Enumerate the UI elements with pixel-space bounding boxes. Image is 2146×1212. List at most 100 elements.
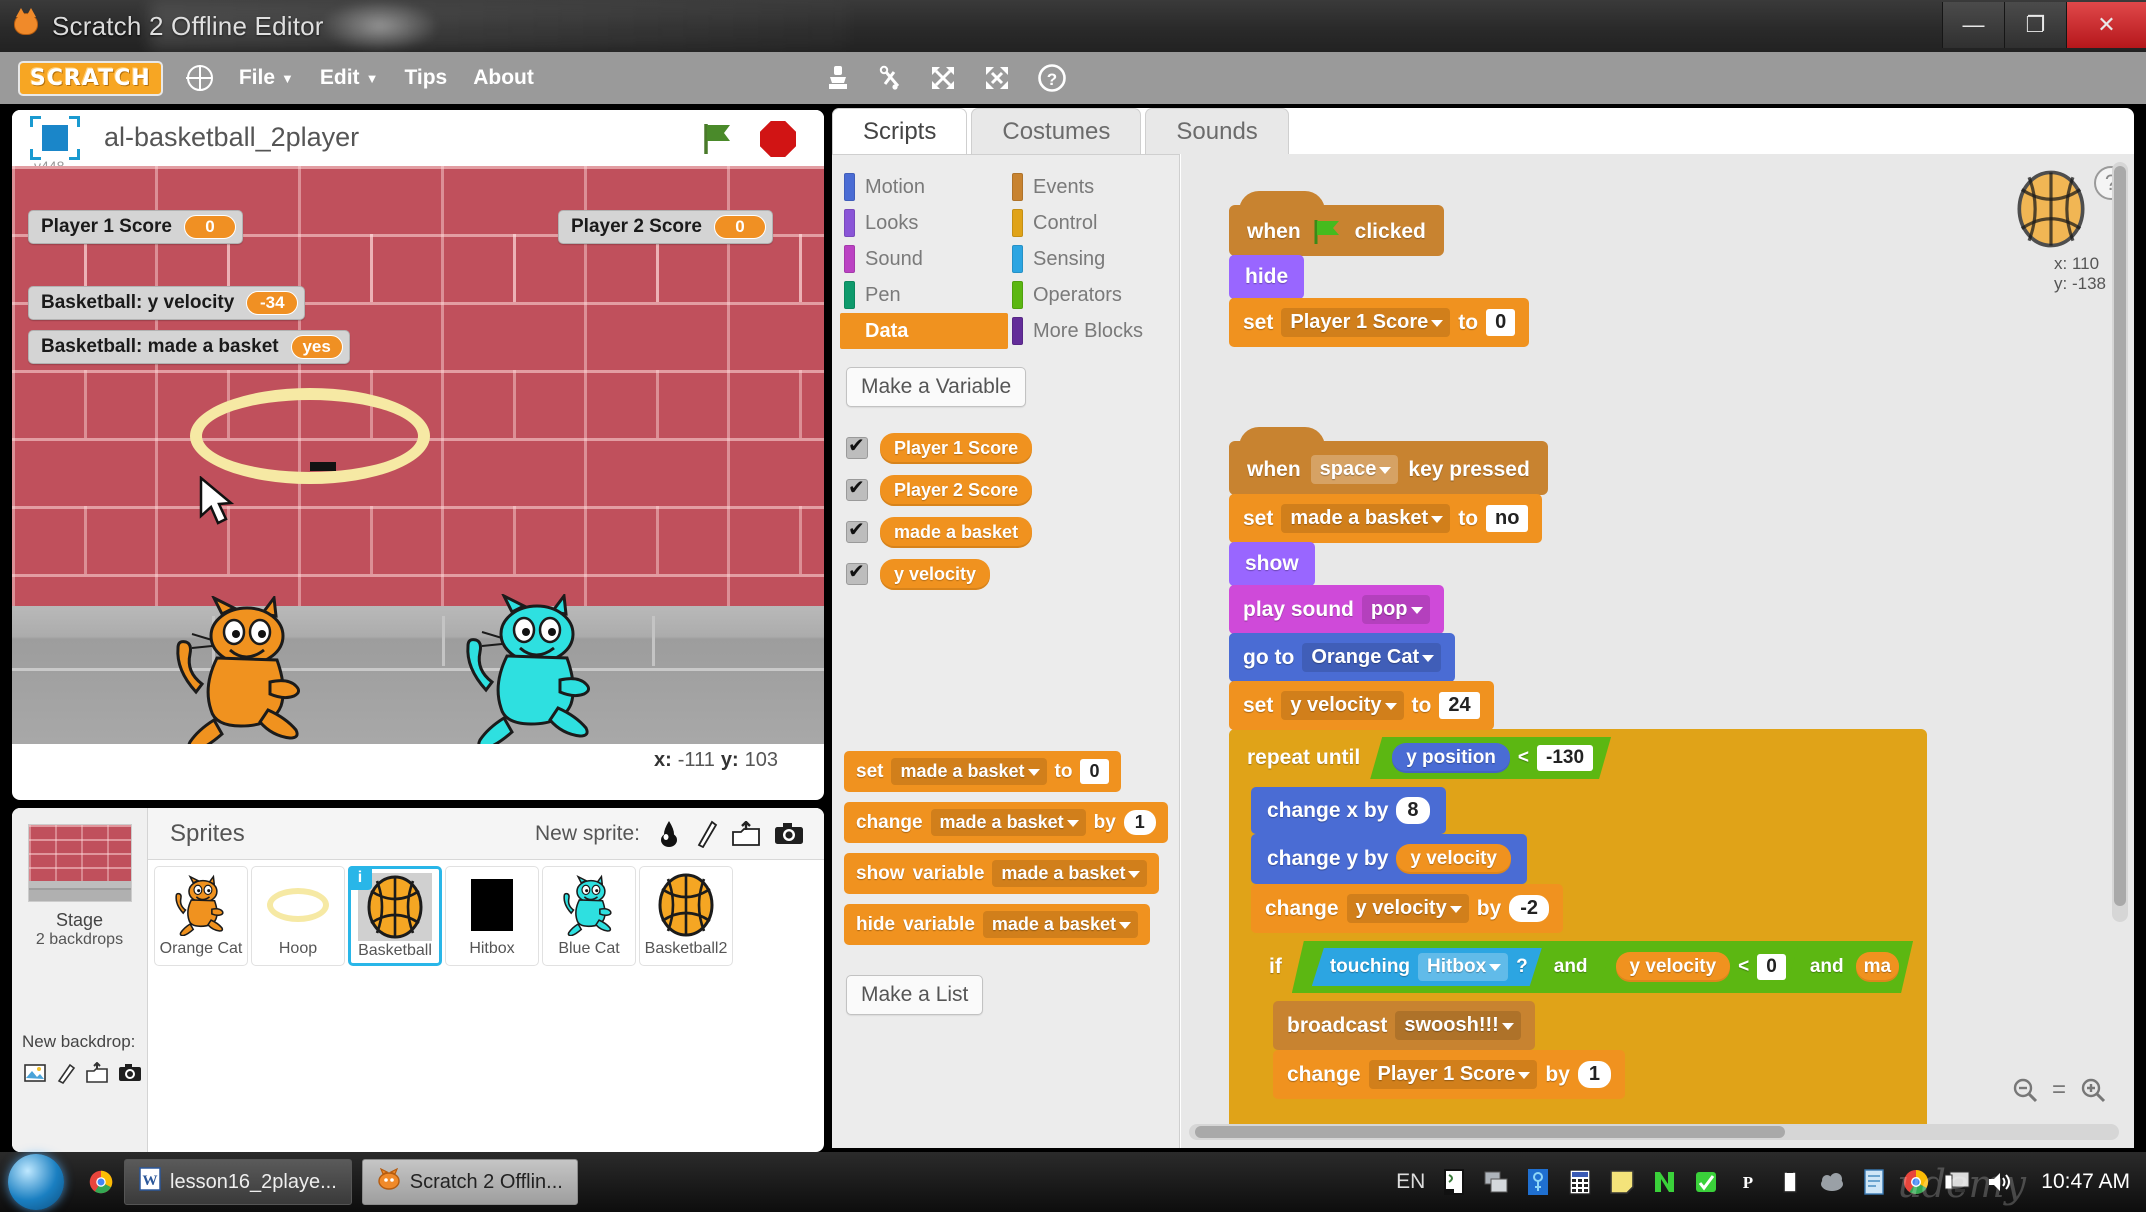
sprite-card-hoop[interactable]: Hoop: [251, 866, 345, 966]
paint-icon[interactable]: [696, 820, 718, 848]
watcher-player-2-score[interactable]: Player 2 Score 0: [558, 210, 773, 244]
operator-and[interactable]: touching Hitbox ? and y velocity < 0 and…: [1292, 941, 1913, 993]
watcher-basketball-made-a-basket[interactable]: Basketball: made a basket yes: [28, 330, 350, 364]
nvidia-icon[interactable]: [1651, 1169, 1677, 1195]
variable-row-made-a-basket[interactable]: made a basket: [846, 511, 1176, 553]
watcher-basketball-y-velocity[interactable]: Basketball: y velocity -34: [28, 286, 306, 320]
block-dropdown-sound[interactable]: pop: [1361, 595, 1430, 624]
variable-checkbox[interactable]: [846, 517, 868, 543]
scripts-canvas[interactable]: ? x: 110 y: -138 when clicked hide set P…: [1181, 154, 2134, 1148]
menu-item-edit[interactable]: Edit ▼: [320, 66, 379, 90]
sprite-info-badge[interactable]: i: [348, 866, 372, 890]
green-flag-icon[interactable]: [700, 122, 736, 156]
palette-block-show-variable[interactable]: show variable made a basket: [844, 853, 1160, 894]
language-indicator[interactable]: EN: [1396, 1170, 1425, 1194]
block-go-to[interactable]: go to Orange Cat: [1229, 633, 1456, 682]
scratch-logo[interactable]: SCRATCH: [18, 60, 163, 96]
tab-costumes[interactable]: Costumes: [971, 108, 1142, 154]
help-icon[interactable]: ?: [1037, 63, 1067, 93]
restore-button[interactable]: ❐: [2004, 2, 2066, 48]
block-dropdown-key[interactable]: space: [1310, 455, 1399, 484]
block-dropdown-variable[interactable]: Player 1 Score: [1281, 308, 1451, 337]
zoom-reset-icon[interactable]: =: [2052, 1076, 2066, 1104]
screens-icon[interactable]: [1483, 1169, 1509, 1195]
script-when-space-pressed[interactable]: when space key pressed set made a basket…: [1229, 427, 1928, 1135]
block-dropdown-variable[interactable]: made a basket: [891, 758, 1047, 785]
operator-value-field[interactable]: -130: [1537, 745, 1593, 771]
sprite-card-basketball2[interactable]: Basketball2: [639, 866, 733, 966]
project-icon[interactable]: [30, 116, 80, 160]
library-icon[interactable]: [656, 820, 682, 848]
minimize-button[interactable]: —: [1942, 2, 2004, 48]
stamp-duplicate-icon[interactable]: [825, 64, 851, 92]
monitor-icon[interactable]: [1945, 1169, 1971, 1195]
hat-block-when-flag-clicked[interactable]: when clicked: [1229, 191, 1444, 256]
variable-row-y-velocity[interactable]: y velocity: [846, 553, 1176, 595]
hitbox-sprite[interactable]: [310, 462, 336, 471]
stage-thumbnail[interactable]: [27, 824, 132, 902]
tab-sounds[interactable]: Sounds: [1145, 108, 1289, 154]
palette-block-hide-variable[interactable]: hide variable made a basket: [844, 904, 1150, 945]
reporter-clipped-made-a-basket[interactable]: ma: [1856, 952, 1899, 982]
block-dropdown-variable[interactable]: made a basket: [1281, 504, 1451, 533]
sprite-card-basketball[interactable]: i Basketball: [348, 866, 442, 966]
variable-checkbox[interactable]: [846, 559, 868, 585]
block-dropdown-message[interactable]: swoosh!!!: [1395, 1011, 1521, 1040]
block-dropdown-variable[interactable]: y velocity: [1281, 691, 1404, 720]
make-a-list-button[interactable]: Make a List: [846, 975, 984, 1015]
zoom-in-icon[interactable]: [2080, 1077, 2106, 1103]
block-change-player-1-score[interactable]: change Player 1 Score by 1: [1273, 1050, 1626, 1099]
block-show[interactable]: show: [1229, 542, 1315, 586]
grow-icon[interactable]: [929, 64, 957, 92]
make-a-variable-button[interactable]: Make a Variable: [846, 367, 1027, 407]
sensing-touching[interactable]: touching Hitbox ?: [1312, 948, 1542, 986]
sprite-card-blue-cat[interactable]: Blue Cat: [542, 866, 636, 966]
sprite-card-hitbox[interactable]: Hitbox: [445, 866, 539, 966]
zoom-out-icon[interactable]: [2012, 1077, 2038, 1103]
volume-icon[interactable]: [1987, 1169, 2013, 1195]
taskbar-item-scratch[interactable]: Scratch 2 Offlin...: [361, 1159, 578, 1205]
stop-sign-icon[interactable]: [760, 121, 796, 157]
stage-selector-column[interactable]: Stage 2 backdrops New backdrop:: [12, 808, 148, 1152]
category-operators[interactable]: Operators: [1008, 277, 1176, 313]
variable-checkbox[interactable]: [846, 433, 868, 459]
block-dropdown-sprite[interactable]: Hitbox: [1418, 953, 1508, 981]
horizontal-scrollbar[interactable]: [1189, 1124, 2119, 1140]
upload-icon[interactable]: [732, 820, 760, 847]
variable-pill[interactable]: y velocity: [880, 558, 991, 590]
chrome-icon[interactable]: [1903, 1169, 1929, 1195]
tab-scripts[interactable]: Scripts: [832, 108, 968, 154]
variable-checkbox[interactable]: [846, 475, 868, 501]
variable-pill[interactable]: Player 1 Score: [880, 432, 1033, 464]
block-value-field[interactable]: -2: [1509, 895, 1550, 922]
variable-pill[interactable]: Player 2 Score: [880, 474, 1033, 506]
reporter-y-position[interactable]: y position: [1392, 743, 1510, 773]
reporter-y-velocity[interactable]: y velocity: [1616, 952, 1731, 982]
chrome-icon[interactable]: [88, 1169, 114, 1195]
watcher-player-1-score[interactable]: Player 1 Score 0: [28, 210, 243, 244]
operator-value-field[interactable]: 0: [1757, 954, 1786, 980]
paint-icon[interactable]: [56, 1062, 76, 1084]
category-data[interactable]: Data: [840, 313, 1008, 349]
windows-start-orb[interactable]: [8, 1154, 64, 1210]
cloud-icon[interactable]: [1819, 1169, 1845, 1195]
variable-row-player-1-score[interactable]: Player 1 Score: [846, 427, 1176, 469]
block-value-field[interactable]: 1: [1123, 810, 1156, 835]
palette-block-set-variable[interactable]: set made a basket to 0: [844, 751, 1121, 792]
menu-item-file[interactable]: File ▼: [239, 66, 294, 90]
block-value-field[interactable]: 0: [1486, 309, 1516, 336]
stage-canvas[interactable]: Player 1 Score 0 Player 2 Score 0 Basket…: [12, 166, 824, 744]
phone-icon[interactable]: [1441, 1169, 1467, 1195]
operator-less-than[interactable]: y position < -130: [1370, 737, 1611, 779]
palette-block-change-variable[interactable]: change made a basket by 1: [844, 802, 1168, 843]
block-value-field[interactable]: 1: [1577, 1061, 1612, 1088]
block-dropdown-variable[interactable]: made a basket: [992, 860, 1148, 887]
reporter-y-velocity[interactable]: y velocity: [1396, 844, 1511, 874]
shrink-icon[interactable]: [983, 64, 1011, 92]
category-sensing[interactable]: Sensing: [1008, 241, 1176, 277]
blue-cat-sprite[interactable]: [452, 594, 612, 744]
block-dropdown-variable[interactable]: made a basket: [930, 809, 1086, 836]
block-change-x-by[interactable]: change x by 8: [1251, 787, 1446, 834]
orange-cat-sprite[interactable]: [162, 596, 322, 744]
operator-less-than-2[interactable]: y velocity < 0: [1600, 947, 1798, 987]
